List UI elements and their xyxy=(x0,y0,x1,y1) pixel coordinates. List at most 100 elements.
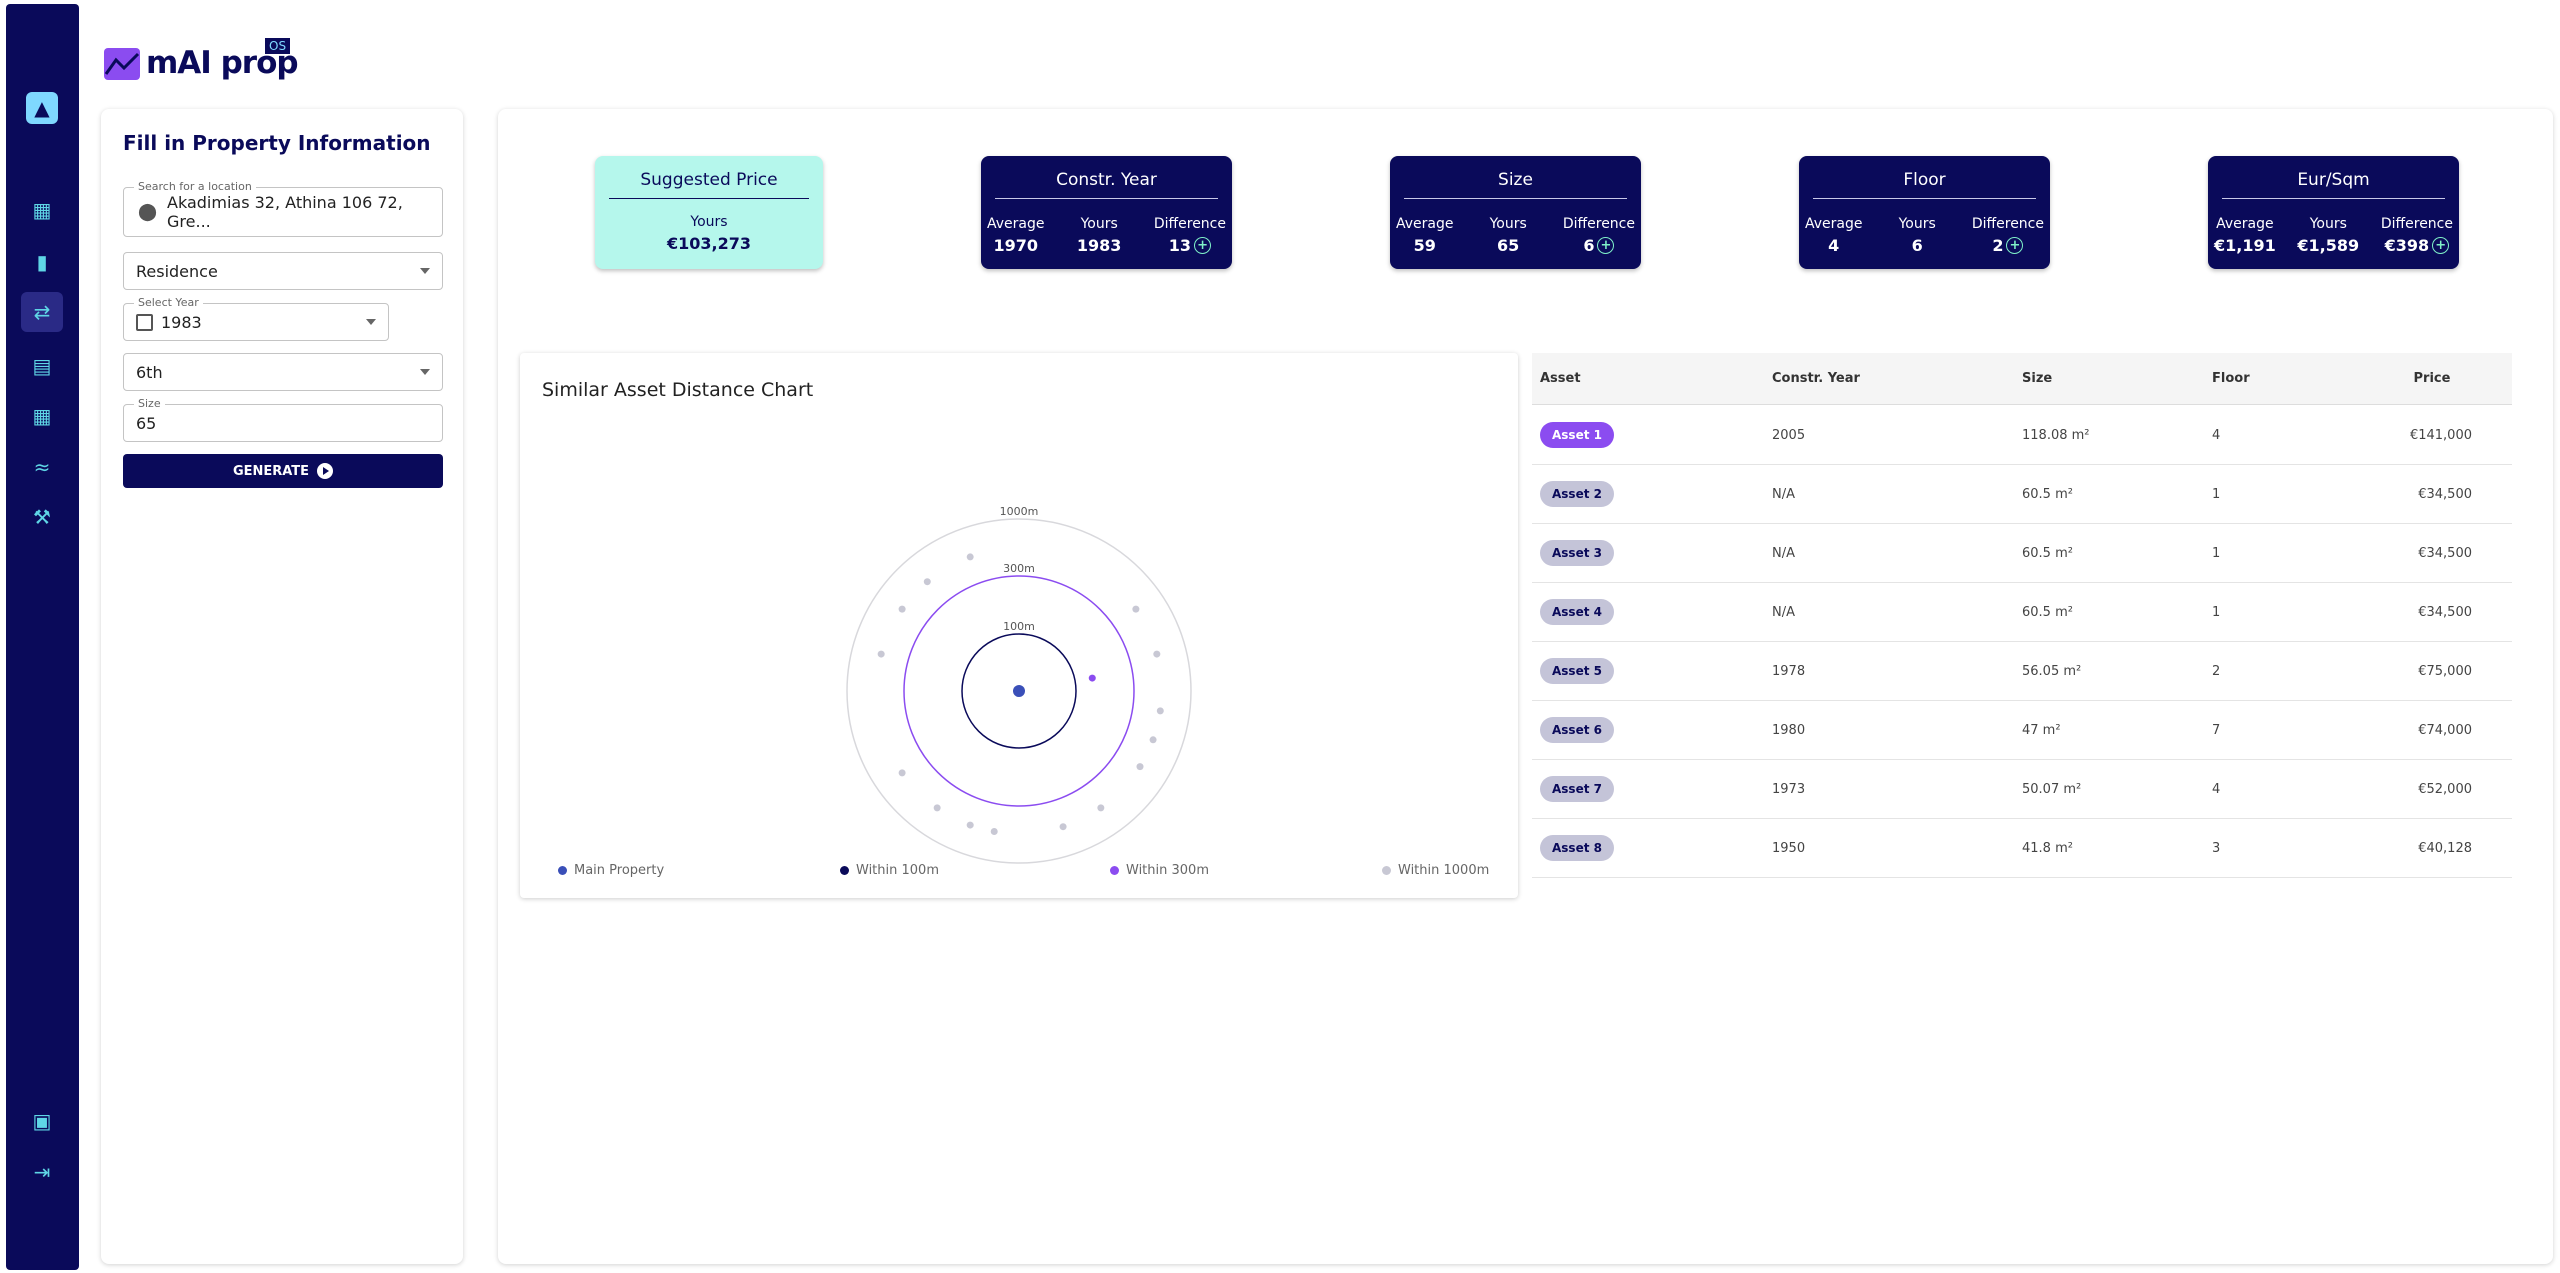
property-type-select[interactable]: Residence xyxy=(123,252,443,290)
table-row[interactable]: Asset 1 2005 118.08 m² 4 €141,000 xyxy=(1532,406,2512,465)
asset-chip[interactable]: Asset 5 xyxy=(1540,658,1614,684)
card-average-value: 4 xyxy=(1828,236,1840,255)
form-title: Fill in Property Information xyxy=(123,131,431,155)
cell-size: 60.5 m² xyxy=(2022,604,2073,620)
header-constr-year[interactable]: Constr. Year xyxy=(1772,371,1860,386)
cell-constr-year: N/A xyxy=(1772,486,1795,502)
cell-price: €34,500 xyxy=(2418,486,2472,502)
ring-label-1000m: 1000m xyxy=(1000,505,1039,518)
card-title: Size xyxy=(1404,170,1627,199)
map-icon[interactable]: ▦ xyxy=(26,194,58,226)
table-row[interactable]: Asset 7 1973 50.07 m² 4 €52,000 xyxy=(1532,760,2512,819)
cell-asset xyxy=(1540,874,1568,898)
legend-within-300m: Within 300m xyxy=(1110,863,1209,878)
cell-price: €74,000 xyxy=(2418,722,2472,738)
trend-icon[interactable]: ≈ xyxy=(26,451,58,483)
point-within-1000m-0[interactable] xyxy=(923,578,931,586)
suggested-price-card: Suggested Price Yours €103,273 xyxy=(595,156,823,269)
size-card: Size Average 59 Yours 65 Difference 6 + xyxy=(1390,156,1641,269)
table-row[interactable]: Asset 2 N/A 60.5 m² 1 €34,500 xyxy=(1532,465,2512,524)
asset-chip[interactable]: Asset 7 xyxy=(1540,776,1614,802)
brand-mark-icon xyxy=(104,48,140,80)
point-within-1000m-11[interactable] xyxy=(877,650,885,658)
card-yours-label: Yours xyxy=(1898,216,1936,232)
card-difference-value: 6 xyxy=(1583,236,1595,255)
asset-chip[interactable]: Asset 3 xyxy=(1540,540,1614,566)
logo-icon[interactable]: ▲ xyxy=(26,92,58,124)
bar-chart-icon[interactable]: ▮ xyxy=(26,246,58,278)
point-within-1000m-6[interactable] xyxy=(1097,804,1105,812)
asset-chip[interactable]: Asset 4 xyxy=(1540,599,1614,625)
legend-within-100m: Within 100m xyxy=(840,863,939,878)
document-icon[interactable]: ▤ xyxy=(26,350,58,382)
cell-asset: Asset 1 xyxy=(1540,422,1614,448)
legend-dot xyxy=(558,866,567,875)
header-asset[interactable]: Asset xyxy=(1540,371,1581,386)
point-within-1000m-14[interactable] xyxy=(966,553,974,561)
table-header: Asset Constr. Year Size Floor Price xyxy=(1532,353,2512,405)
table-row[interactable]: Asset 5 1978 56.05 m² 2 €75,000 xyxy=(1532,642,2512,701)
point-within-300m-0[interactable] xyxy=(1088,674,1096,682)
point-within-1000m-9[interactable] xyxy=(933,804,941,812)
table-row[interactable]: Asset 8 1950 41.8 m² 3 €40,128 xyxy=(1532,819,2512,878)
card-average-label: Average xyxy=(1805,216,1863,232)
asset-chip[interactable]: Asset 2 xyxy=(1540,481,1614,507)
cell-floor: 4 xyxy=(2212,427,2221,443)
point-within-1000m-5[interactable] xyxy=(1136,763,1144,771)
cell-size: 50.07 m² xyxy=(2022,781,2082,797)
point-within-1000m-1[interactable] xyxy=(898,605,906,613)
point-within-1000m-8[interactable] xyxy=(990,828,998,836)
compare-icon[interactable]: ⇄ xyxy=(21,292,63,332)
point-within-1000m-10[interactable] xyxy=(898,769,906,777)
year-select[interactable]: Select Year 1983 xyxy=(123,296,389,341)
auction-icon[interactable]: ⚒ xyxy=(26,501,58,533)
cell-asset: Asset 8 xyxy=(1540,835,1614,861)
asset-chip[interactable]: Asset 8 xyxy=(1540,835,1614,861)
location-search-field[interactable]: Search for a location ⬤ Akadimias 32, At… xyxy=(123,180,443,237)
header-price[interactable]: Price xyxy=(2392,371,2472,386)
cell-constr-year: N/A xyxy=(1772,545,1795,561)
card-yours-label: Yours xyxy=(1080,216,1118,232)
size-input[interactable]: Size 65 xyxy=(123,397,443,442)
card-average-value: 1970 xyxy=(993,236,1039,255)
cell-floor: 7 xyxy=(2212,722,2221,738)
table-row[interactable]: Asset 6 1980 47 m² 7 €74,000 xyxy=(1532,701,2512,760)
cell-asset: Asset 6 xyxy=(1540,717,1614,743)
card-average-label: Average xyxy=(987,216,1045,232)
results-panel: Suggested Price Yours €103,273 Constr. Y… xyxy=(498,109,2553,1264)
floor-select[interactable]: 6th xyxy=(123,353,443,391)
size-label: Size xyxy=(134,397,165,410)
location-label: Search for a location xyxy=(134,180,256,193)
point-within-1000m-3[interactable] xyxy=(1153,650,1161,658)
cell-floor: 2 xyxy=(2212,663,2221,679)
eur-sqm-card: Eur/Sqm Average €1,191 Yours €1,589 Differ… xyxy=(2208,156,2459,269)
cell-size: 47 m² xyxy=(2022,722,2061,738)
plus-circle-icon: + xyxy=(2006,237,2024,254)
ring-label-300m: 300m xyxy=(1003,562,1035,575)
plus-circle-icon: + xyxy=(1194,237,1212,254)
generate-button[interactable]: GENERATE xyxy=(123,454,443,488)
table-row[interactable]: Asset 4 N/A 60.5 m² 1 €34,500 xyxy=(1532,583,2512,642)
cell-size: 56.05 m² xyxy=(2022,663,2082,679)
card-title: Floor xyxy=(1813,170,2036,199)
asset-chip[interactable]: Asset 6 xyxy=(1540,717,1614,743)
dashboard-icon[interactable]: ▣ xyxy=(26,1105,58,1137)
table-icon[interactable]: ▦ xyxy=(26,400,58,432)
point-within-1000m-4[interactable] xyxy=(1156,707,1164,715)
table-row[interactable]: Asset 3 N/A 60.5 m² 1 €34,500 xyxy=(1532,524,2512,583)
cell-floor: 4 xyxy=(2212,781,2221,797)
legend-label: Within 300m xyxy=(1126,863,1209,878)
point-within-1000m-13[interactable] xyxy=(1149,736,1157,744)
point-within-1000m-2[interactable] xyxy=(1132,605,1140,613)
header-floor[interactable]: Floor xyxy=(2212,371,2250,386)
asset-chip[interactable]: Asset 1 xyxy=(1540,422,1614,448)
card-difference-label: Difference xyxy=(1562,216,1635,232)
header-size[interactable]: Size xyxy=(2022,371,2052,386)
point-within-1000m-7[interactable] xyxy=(1059,823,1067,831)
year-value: 1983 xyxy=(161,312,202,332)
logout-icon[interactable]: ⇥ xyxy=(26,1156,58,1188)
card-average-label: Average xyxy=(2216,216,2274,232)
floor-card: Floor Average 4 Yours 6 Difference 2 + xyxy=(1799,156,2050,269)
point-within-1000m-12[interactable] xyxy=(966,821,974,829)
point-main-property-0[interactable] xyxy=(1013,685,1025,697)
